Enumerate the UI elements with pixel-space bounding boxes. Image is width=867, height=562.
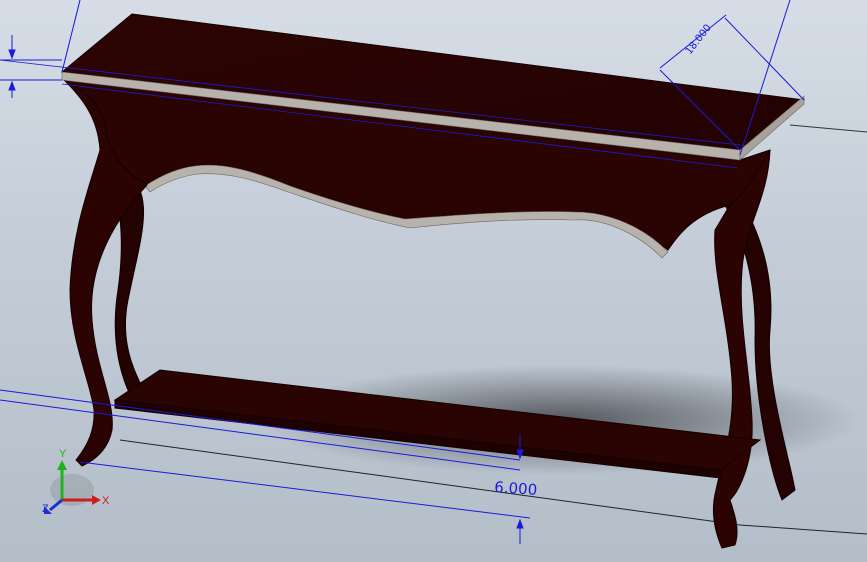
triad-y-label: Y: [59, 448, 67, 460]
dimension-depth-value[interactable]: 18.000: [684, 22, 714, 56]
dimension-top-thickness[interactable]: [0, 35, 62, 98]
reference-triad[interactable]: Y X Z: [42, 448, 110, 515]
triad-x-label: X: [102, 495, 110, 507]
reference-line: [789, 124, 867, 133]
triad-z-axis: [49, 498, 63, 512]
triad-z-label: Z: [42, 503, 49, 515]
dimension-shelf-thickness-value[interactable]: 6.000: [494, 478, 538, 499]
triad-y-arrow: [57, 460, 67, 470]
triad-x-arrow: [92, 495, 101, 505]
model-viewport[interactable]: 18.000 6.000 Y X Z: [0, 0, 867, 562]
reference-line-bottom: [739, 524, 867, 535]
